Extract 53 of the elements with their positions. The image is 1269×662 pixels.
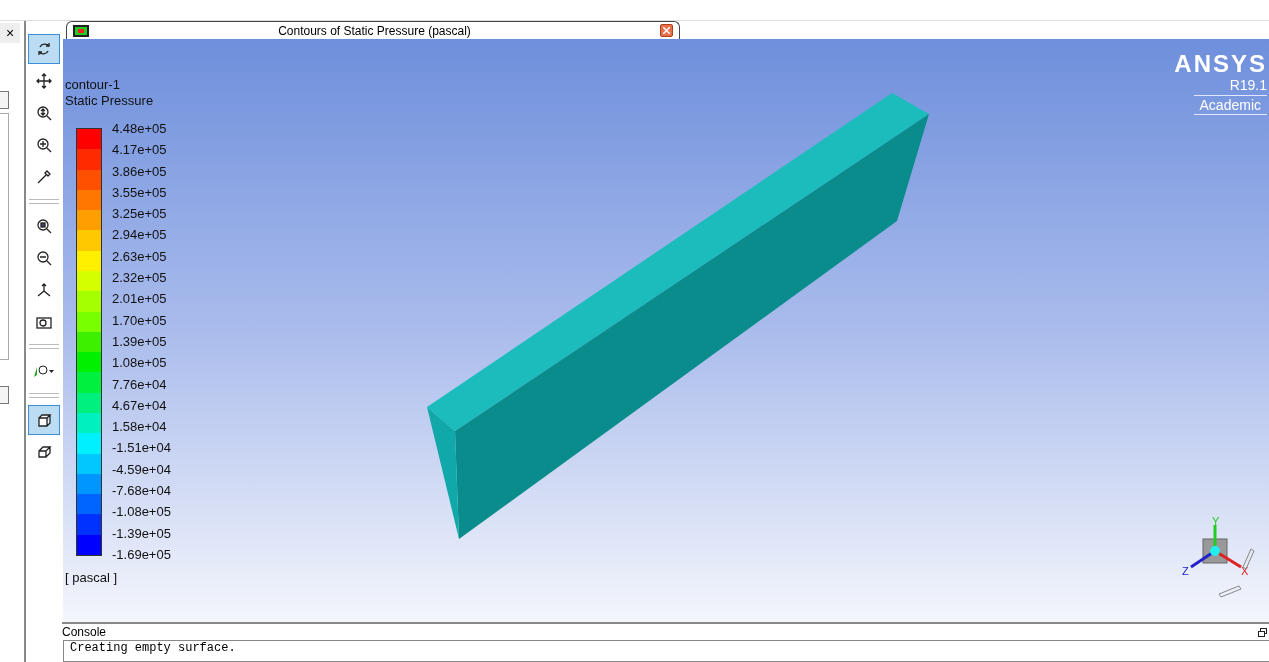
console-title: Console — [62, 625, 107, 639]
view-menu-icon — [33, 363, 55, 379]
restore-window-icon[interactable] — [1258, 627, 1267, 637]
zoom-out-icon — [36, 250, 52, 266]
scale-value: 3.25e+05 — [112, 206, 168, 224]
window-title: Contours of Static Pressure (pascal) — [277, 23, 472, 38]
zoom-in-icon — [36, 137, 52, 153]
scale-value: -7.68e+04 — [112, 483, 171, 501]
contour-thumbnail-icon — [73, 24, 89, 37]
scale-value: 1.58e+04 — [112, 419, 168, 437]
cube-icon — [36, 412, 52, 428]
move-arrows-icon — [36, 73, 52, 89]
brand-name: ANSYS — [1174, 51, 1267, 77]
zoom-box-icon — [36, 218, 52, 234]
scale-value: -1.69e+05 — [112, 546, 171, 564]
zoom-fit-icon — [36, 105, 52, 121]
scale-value: 2.01e+05 — [112, 291, 168, 309]
scale-value: 3.55e+05 — [112, 184, 168, 202]
scale-value: 2.63e+05 — [112, 248, 168, 266]
scale-value: 4.17e+05 — [112, 142, 168, 160]
scale-value: -1.51e+04 — [112, 440, 171, 458]
unit-label: [ pascal ] — [65, 570, 119, 586]
scale-value: 1.39e+05 — [112, 333, 168, 351]
rotate-tool[interactable] — [28, 34, 60, 64]
axes-icon — [36, 282, 52, 298]
version-label: R19.1 — [1229, 77, 1267, 93]
scale-value: -4.59e+04 — [112, 461, 171, 479]
scale-value: 3.86e+05 — [112, 163, 168, 181]
cube-outline-icon — [36, 444, 52, 460]
scale-value: 4.48e+05 — [112, 121, 168, 138]
dropdown-field[interactable] — [0, 91, 9, 109]
scale-value: 7.76e+04 — [112, 376, 168, 394]
scale-value: 2.32e+05 — [112, 270, 168, 288]
scale-value: 4.67e+04 — [112, 397, 168, 415]
scale-value: -1.39e+05 — [112, 525, 171, 543]
rotate-icon — [36, 41, 52, 57]
close-icon — [663, 27, 670, 34]
axis-triad-drawing: Y Z X — [1181, 517, 1261, 607]
contour-name: contour-1 — [65, 77, 121, 93]
scale-value: 1.70e+05 — [112, 312, 168, 330]
edition-label: Academic — [1193, 95, 1267, 115]
camera-icon — [36, 314, 52, 330]
close-button[interactable] — [660, 24, 673, 37]
dropdown-field[interactable] — [0, 386, 9, 404]
scale-value: 2.94e+05 — [112, 227, 168, 245]
eyedropper-icon — [36, 169, 52, 185]
solid-box-tool[interactable] — [28, 405, 60, 435]
quantity-label: Static Pressure — [65, 93, 155, 109]
window-tab[interactable]: Contours of Static Pressure (pascal) — [66, 21, 680, 39]
scale-value: 1.08e+05 — [112, 355, 168, 373]
scale-value: -1.08e+05 — [112, 504, 171, 522]
console-line: Creating empty surface. — [70, 641, 237, 655]
close-button[interactable]: × — [0, 23, 20, 43]
